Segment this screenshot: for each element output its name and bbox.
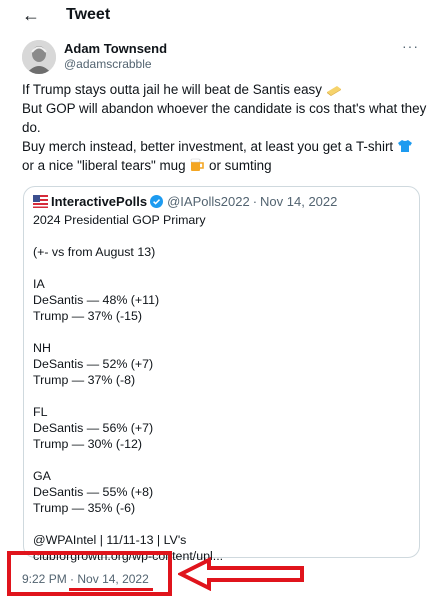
- quoted-text-line: IA: [33, 277, 45, 291]
- quoted-text-line: DeSantis — 56% (+7): [33, 421, 154, 435]
- quoted-text-line: [33, 516, 413, 532]
- header: ← Tweet: [0, 0, 448, 36]
- tweet-text: If Trump stays outta jail he will beat d…: [22, 80, 432, 175]
- beer-mug-emoji-icon: [191, 158, 205, 171]
- quoted-text-line: DeSantis — 48% (+11): [33, 293, 160, 307]
- tweet-line: or a nice "liberal tears" mug or sumting: [22, 158, 272, 173]
- quoted-text-line: 2024 Presidential GOP Primary: [33, 213, 206, 227]
- quoted-author-handle[interactable]: @IAPolls2022: [167, 194, 250, 209]
- quoted-separator: ·: [252, 194, 258, 209]
- quoted-tweet-card[interactable]: InteractivePolls @IAPolls2022 · Nov 14, …: [23, 186, 420, 563]
- avatar-image: [22, 40, 56, 74]
- quoted-text-line: [33, 324, 413, 340]
- quoted-tweet-header: InteractivePolls @IAPolls2022 · Nov 14, …: [33, 194, 337, 209]
- tshirt-emoji-icon: [397, 140, 412, 152]
- quoted-text-line: DeSantis — 55% (+8): [33, 485, 154, 499]
- quoted-text-line: @WPAIntel | 11/11-13 | LV's: [33, 533, 187, 547]
- tweet-line: Buy merch instead, better investment, at…: [22, 137, 432, 156]
- avatar[interactable]: [22, 40, 56, 74]
- quoted-text-line: Trump — 37% (-15): [33, 309, 143, 323]
- more-options-button[interactable]: ···: [402, 38, 419, 54]
- annotation-arrow-icon: [178, 557, 304, 591]
- quoted-author-name[interactable]: InteractivePolls: [51, 194, 147, 209]
- quoted-text-line: [33, 452, 413, 468]
- quoted-text-line: [33, 260, 413, 276]
- tweet-line: But GOP will abandon whoever the candida…: [22, 101, 427, 135]
- back-button[interactable]: ←: [22, 5, 40, 25]
- annotation-underline: [69, 588, 153, 591]
- verified-badge-icon: [150, 195, 164, 208]
- quoted-text-line: Trump — 30% (-12): [33, 437, 143, 451]
- quoted-date[interactable]: Nov 14, 2022: [260, 194, 337, 209]
- quoted-text-line: (+- vs from August 13): [33, 245, 156, 259]
- quoted-tweet-text: 2024 Presidential GOP Primary (+- vs from…: [33, 212, 413, 564]
- quoted-text-line: [33, 388, 413, 404]
- us-flag-icon: [33, 195, 48, 208]
- quoted-text-line: DeSantis — 52% (+7): [33, 357, 154, 371]
- butter-emoji-icon: [326, 86, 341, 96]
- quoted-text-line: NH: [33, 341, 51, 355]
- quoted-text-line: Trump — 37% (-8): [33, 373, 136, 387]
- quoted-text-line: GA: [33, 469, 51, 483]
- page-title: Tweet: [66, 6, 111, 23]
- author-name[interactable]: Adam Townsend: [64, 41, 167, 56]
- quoted-text-line: FL: [33, 405, 48, 419]
- quoted-text-line: [33, 228, 413, 244]
- tweet-line: If Trump stays outta jail he will beat d…: [22, 80, 432, 99]
- quoted-text-line: Trump — 35% (-6): [33, 501, 136, 515]
- author-handle[interactable]: @adamscrabble: [64, 57, 152, 71]
